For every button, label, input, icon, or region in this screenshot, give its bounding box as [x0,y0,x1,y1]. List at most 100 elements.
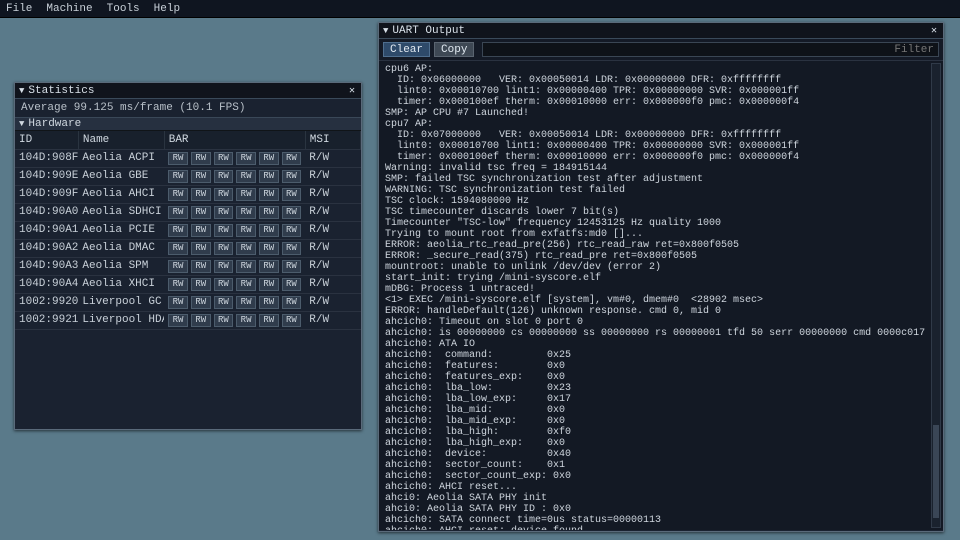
bar-rw-button[interactable]: RW [191,206,211,219]
bar-rw-button[interactable]: RW [168,260,188,273]
close-icon[interactable]: ✕ [347,85,357,97]
bar-rw-button[interactable]: RW [282,170,302,183]
bar-rw-button[interactable]: RW [259,206,279,219]
bar-rw-button[interactable]: RW [236,170,256,183]
bar-rw-button[interactable]: RW [259,260,279,273]
bar-rw-button[interactable]: RW [168,314,188,327]
bar-rw-button[interactable]: RW [191,224,211,237]
col-header-name[interactable]: Name [78,131,164,149]
bar-rw-button[interactable]: RW [214,278,234,291]
bar-rw-button[interactable]: RW [191,314,211,327]
menu-file[interactable]: File [6,3,32,15]
bar-rw-button[interactable]: RW [236,224,256,237]
bar-rw-button[interactable]: RW [259,152,279,165]
statistics-titlebar[interactable]: ▼ Statistics ✕ [15,83,361,99]
device-id: 104D:909F [15,185,78,203]
uart-titlebar[interactable]: ▼ UART Output ✕ [379,23,943,39]
bar-rw-button[interactable]: RW [168,296,188,309]
bar-rw-button[interactable]: RW [191,296,211,309]
col-header-id[interactable]: ID [15,131,78,149]
bar-rw-button[interactable]: RW [191,242,211,255]
table-row: 104D:90A0Aeolia SDHCIRWRWRWRWRWRWR/W [15,203,361,221]
bar-rw-button[interactable]: RW [168,278,188,291]
col-header-bar[interactable]: BAR [164,131,305,149]
device-name: Aeolia PCIE [78,221,164,239]
filter-input[interactable] [482,42,939,57]
bar-rw-button[interactable]: RW [282,242,302,255]
col-header-msi[interactable]: MSI [305,131,360,149]
bar-rw-button[interactable]: RW [259,278,279,291]
device-name: Aeolia SPM [78,257,164,275]
bar-rw-button[interactable]: RW [236,188,256,201]
bar-rw-button[interactable]: RW [214,260,234,273]
bar-rw-button[interactable]: RW [168,188,188,201]
bar-rw-button[interactable]: RW [282,314,302,327]
device-msi: R/W [305,257,360,275]
bar-rw-button[interactable]: RW [236,152,256,165]
copy-button[interactable]: Copy [434,42,474,57]
bar-rw-button[interactable]: RW [259,296,279,309]
hardware-section-header[interactable]: ▼ Hardware [15,117,361,131]
device-msi: R/W [305,239,360,257]
bar-rw-button[interactable]: RW [236,278,256,291]
bar-rw-button[interactable]: RW [214,206,234,219]
bar-rw-button[interactable]: RW [191,278,211,291]
device-bar: RWRWRWRWRWRW [164,311,305,329]
bar-rw-button[interactable]: RW [168,242,188,255]
clear-button[interactable]: Clear [383,42,430,57]
scrollbar-thumb[interactable] [933,425,939,518]
close-icon[interactable]: ✕ [929,25,939,37]
collapse-icon[interactable]: ▼ [19,86,24,96]
bar-rw-button[interactable]: RW [259,242,279,255]
device-bar: RWRWRWRWRWRW [164,167,305,185]
menu-help[interactable]: Help [154,3,180,15]
bar-rw-button[interactable]: RW [259,314,279,327]
bar-rw-button[interactable]: RW [214,314,234,327]
bar-rw-button[interactable]: RW [259,188,279,201]
bar-rw-button[interactable]: RW [282,260,302,273]
menu-machine[interactable]: Machine [46,3,92,15]
average-fps-label: Average 99.125 ms/frame (10.1 FPS) [15,99,361,117]
scrollbar[interactable] [931,63,941,528]
bar-rw-button[interactable]: RW [168,152,188,165]
device-name: Aeolia GBE [78,167,164,185]
device-name: Aeolia DMAC [78,239,164,257]
device-msi: R/W [305,311,360,329]
device-msi: R/W [305,167,360,185]
bar-rw-button[interactable]: RW [168,170,188,183]
bar-rw-button[interactable]: RW [168,206,188,219]
bar-rw-button[interactable]: RW [282,206,302,219]
bar-rw-button[interactable]: RW [259,224,279,237]
statistics-panel: ▼ Statistics ✕ Average 99.125 ms/frame (… [14,82,362,430]
bar-rw-button[interactable]: RW [236,296,256,309]
device-bar: RWRWRWRWRWRW [164,203,305,221]
bar-rw-button[interactable]: RW [236,260,256,273]
device-id: 104D:90A0 [15,203,78,221]
bar-rw-button[interactable]: RW [191,170,211,183]
device-name: Aeolia AHCI [78,185,164,203]
bar-rw-button[interactable]: RW [214,242,234,255]
bar-rw-button[interactable]: RW [191,152,211,165]
collapse-icon[interactable]: ▼ [19,119,24,129]
bar-rw-button[interactable]: RW [282,224,302,237]
bar-rw-button[interactable]: RW [191,260,211,273]
collapse-icon[interactable]: ▼ [383,26,388,36]
menu-tools[interactable]: Tools [107,3,140,15]
bar-rw-button[interactable]: RW [236,206,256,219]
bar-rw-button[interactable]: RW [236,242,256,255]
bar-rw-button[interactable]: RW [214,296,234,309]
bar-rw-button[interactable]: RW [214,152,234,165]
bar-rw-button[interactable]: RW [214,170,234,183]
bar-rw-button[interactable]: RW [282,188,302,201]
table-row: 104D:909EAeolia GBERWRWRWRWRWRWR/W [15,167,361,185]
bar-rw-button[interactable]: RW [282,278,302,291]
device-bar: RWRWRWRWRWRW [164,257,305,275]
bar-rw-button[interactable]: RW [168,224,188,237]
bar-rw-button[interactable]: RW [236,314,256,327]
bar-rw-button[interactable]: RW [282,296,302,309]
bar-rw-button[interactable]: RW [259,170,279,183]
bar-rw-button[interactable]: RW [214,224,234,237]
bar-rw-button[interactable]: RW [214,188,234,201]
bar-rw-button[interactable]: RW [191,188,211,201]
bar-rw-button[interactable]: RW [282,152,302,165]
